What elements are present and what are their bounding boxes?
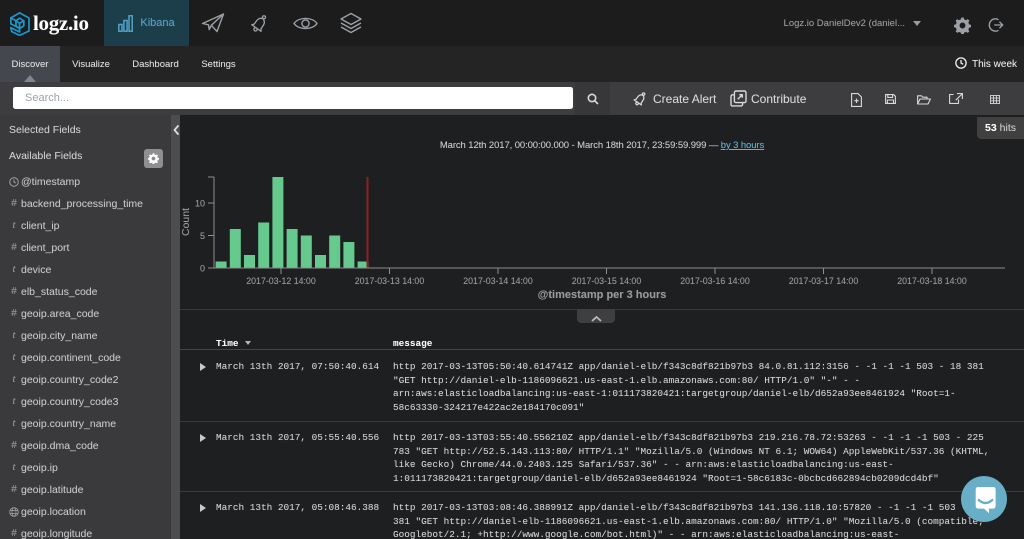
svg-text:2017-03-12 14:00: 2017-03-12 14:00: [246, 276, 316, 286]
svg-text:2017-03-18 14:00: 2017-03-18 14:00: [897, 276, 967, 286]
svg-text:2017-03-17 14:00: 2017-03-17 14:00: [789, 276, 859, 286]
svg-text:2017-03-13 14:00: 2017-03-13 14:00: [355, 276, 425, 286]
svg-text:10: 10: [195, 199, 205, 209]
svg-text:Count: Count: [180, 208, 192, 236]
svg-text:2017-03-15 14:00: 2017-03-15 14:00: [572, 276, 642, 286]
svg-text:0: 0: [200, 264, 205, 274]
svg-text:2017-03-16 14:00: 2017-03-16 14:00: [680, 276, 750, 286]
svg-text:5: 5: [200, 231, 205, 241]
svg-text:2017-03-14 14:00: 2017-03-14 14:00: [463, 276, 533, 286]
